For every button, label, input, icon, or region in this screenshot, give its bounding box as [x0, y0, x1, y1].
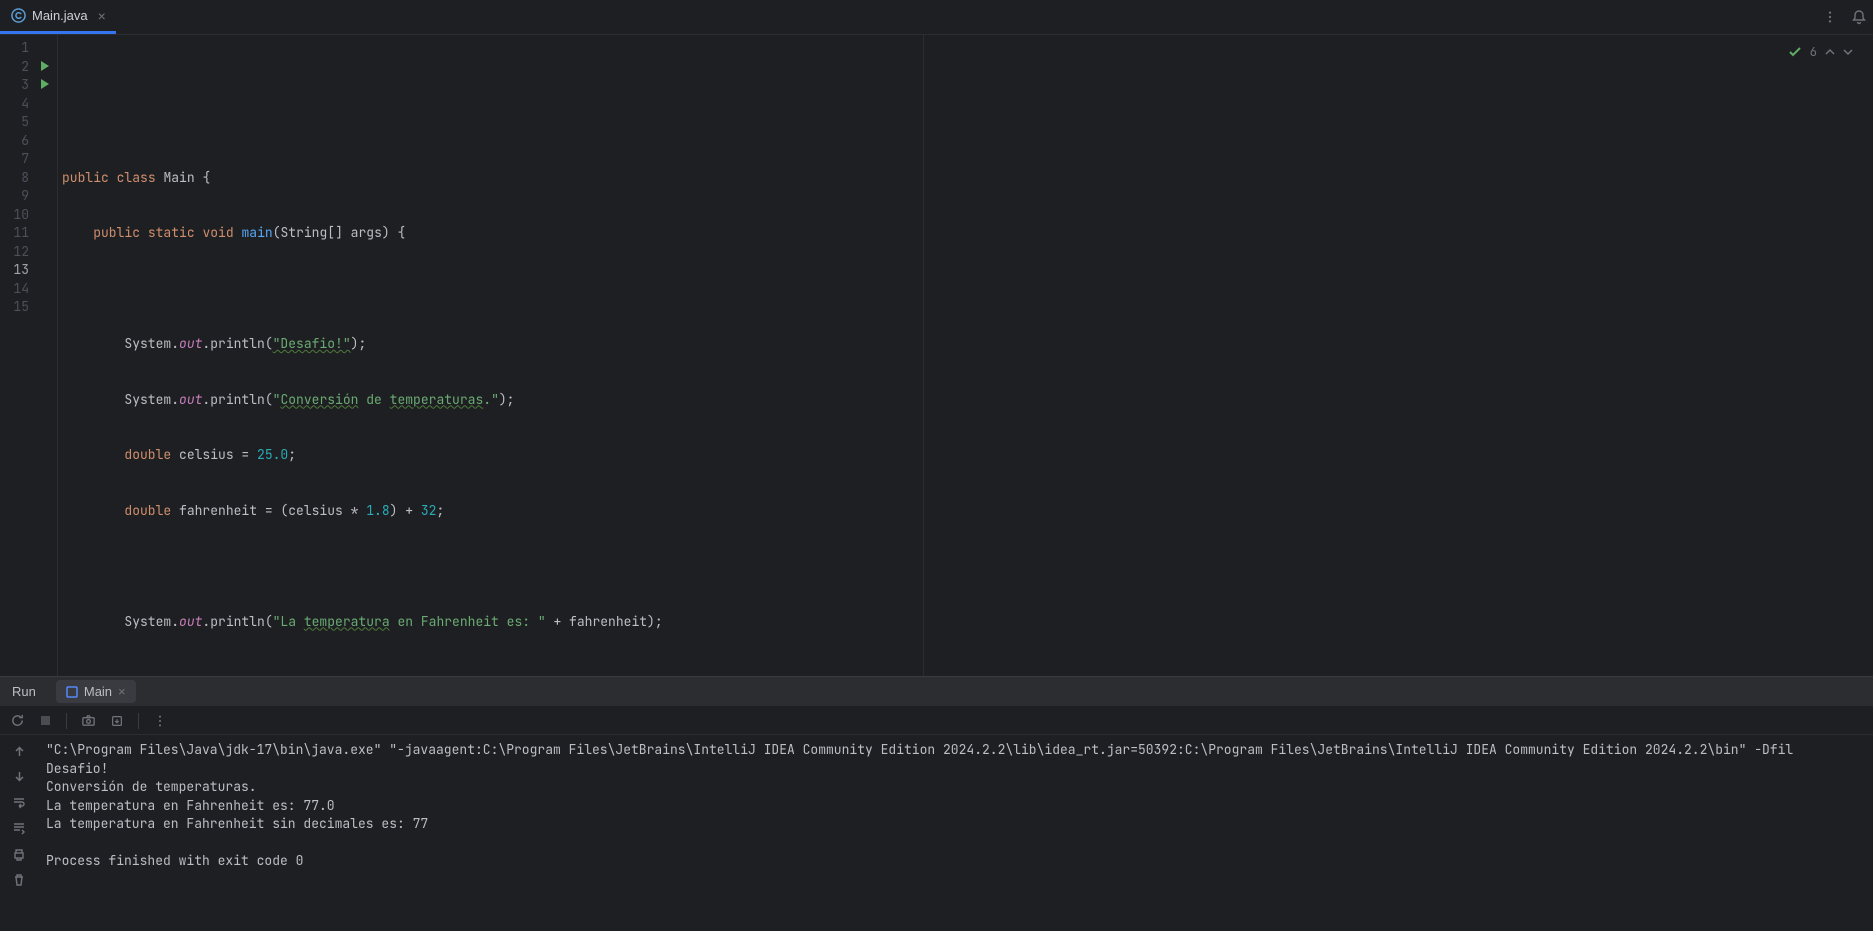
run-config-icon	[66, 686, 78, 698]
code-line: double celsius = 25.0;	[58, 446, 1873, 465]
scroll-down-icon[interactable]	[13, 770, 26, 783]
line-number-gutter: 1 2 3 4 5 6 7 8 9 10 11 12 13 14 15	[0, 35, 58, 676]
camera-icon[interactable]	[81, 713, 96, 728]
line-number: 7	[0, 150, 57, 169]
more-vertical-icon[interactable]	[1823, 10, 1837, 24]
run-tab-close-button[interactable]: ×	[118, 684, 126, 699]
line-number: 11	[0, 224, 57, 243]
code-line: public static void main(String[] args) {	[58, 224, 1873, 243]
editor-tab-bar: Main.java ×	[0, 0, 1873, 35]
run-tool-window: Run Main × "C:\Program Files\Java\jdk-17…	[0, 676, 1873, 931]
scroll-up-icon[interactable]	[13, 745, 26, 758]
console-line: La temperatura en Fahrenheit es: 77.0	[46, 797, 335, 814]
code-line	[58, 557, 1873, 576]
console-line: Conversión de temperaturas.	[46, 778, 257, 795]
code-line: System.out.println("Desafio!");	[58, 335, 1873, 354]
code-line: System.out.println("La temperatura en Fa…	[58, 613, 1873, 632]
line-number: 14	[0, 280, 57, 299]
run-gutter-icon[interactable]	[39, 60, 51, 72]
run-side-toolbar	[0, 735, 38, 931]
run-panel-header: Run Main ×	[0, 677, 1873, 707]
run-toolbar	[0, 707, 1873, 735]
console-output[interactable]: "C:\Program Files\Java\jdk-17\bin\java.e…	[38, 735, 1873, 931]
line-number: 8	[0, 169, 57, 188]
line-number: 1	[0, 39, 57, 58]
run-config-name: Main	[84, 684, 112, 699]
checkmark-icon	[1788, 45, 1802, 59]
code-line	[58, 668, 1873, 676]
print-icon[interactable]	[12, 847, 26, 861]
scroll-to-end-icon[interactable]	[12, 821, 26, 835]
run-config-tab[interactable]: Main ×	[56, 680, 136, 703]
run-gutter-icon[interactable]	[39, 78, 51, 90]
line-number: 12	[0, 243, 57, 262]
separator	[66, 713, 67, 729]
soft-wrap-icon[interactable]	[12, 795, 26, 809]
tab-close-button[interactable]: ×	[98, 8, 106, 24]
notifications-bell-icon[interactable]	[1851, 9, 1867, 25]
line-number: 2	[0, 58, 57, 77]
code-line	[58, 280, 1873, 299]
code-line	[58, 113, 1873, 132]
right-margin-guide	[923, 35, 924, 676]
inspection-count: 6	[1810, 43, 1817, 62]
run-panel-title: Run	[12, 684, 36, 699]
separator	[138, 713, 139, 729]
code-content[interactable]: 6 public class Main { public static void…	[58, 35, 1873, 676]
line-number: 6	[0, 132, 57, 151]
console-line: Desafio!	[46, 760, 108, 777]
stop-icon[interactable]	[39, 714, 52, 727]
code-line: double fahrenheit = (celsius * 1.8) + 32…	[58, 502, 1873, 521]
rerun-icon[interactable]	[10, 713, 25, 728]
more-vertical-icon[interactable]	[153, 714, 167, 728]
line-number: 3	[0, 76, 57, 95]
console-line: Process finished with exit code 0	[46, 852, 303, 869]
tab-filename: Main.java	[32, 8, 88, 23]
trash-icon[interactable]	[12, 873, 26, 887]
line-number: 15	[0, 298, 57, 317]
line-number: 4	[0, 95, 57, 114]
code-editor[interactable]: 1 2 3 4 5 6 7 8 9 10 11 12 13 14 15 6 pu…	[0, 35, 1873, 676]
java-class-icon	[10, 8, 26, 24]
console-line: La temperatura en Fahrenheit sin decimal…	[46, 815, 428, 832]
expand-up-icon[interactable]	[1825, 47, 1835, 57]
expand-down-icon[interactable]	[1843, 47, 1853, 57]
line-number: 5	[0, 113, 57, 132]
code-line: public class Main {	[58, 169, 1873, 188]
file-tab-main[interactable]: Main.java ×	[0, 0, 116, 34]
code-line: System.out.println("Conversión de temper…	[58, 391, 1873, 410]
line-number: 9	[0, 187, 57, 206]
console-line: "C:\Program Files\Java\jdk-17\bin\java.e…	[46, 741, 1793, 758]
export-icon[interactable]	[110, 714, 124, 728]
line-number: 10	[0, 206, 57, 225]
line-number: 13	[0, 261, 57, 280]
editor-inspection-status[interactable]: 6	[1788, 43, 1853, 62]
